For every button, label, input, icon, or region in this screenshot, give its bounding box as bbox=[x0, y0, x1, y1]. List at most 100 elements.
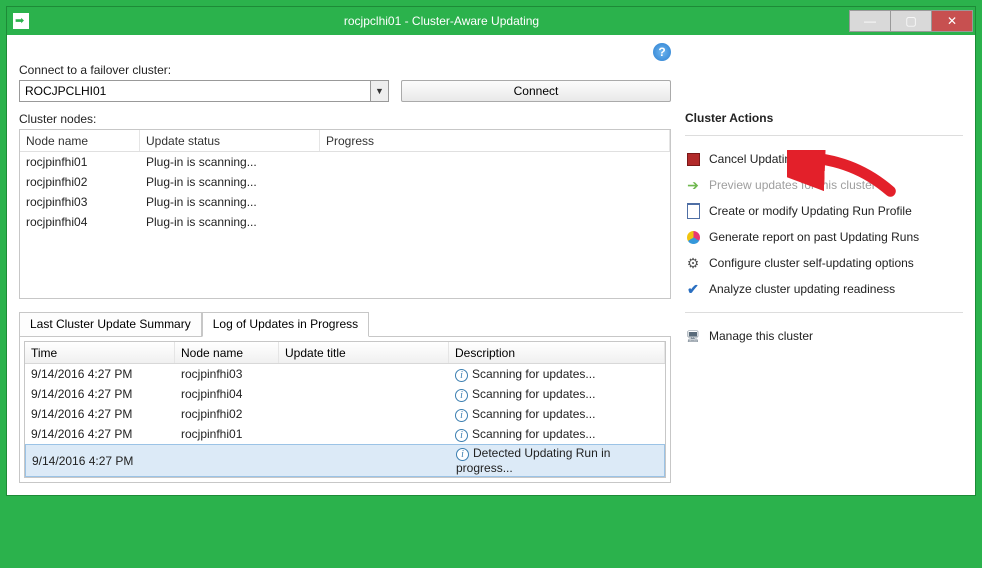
action-analyze-readiness[interactable]: Analyze cluster updating readiness bbox=[685, 276, 963, 302]
pie-chart-icon bbox=[685, 229, 701, 245]
cluster-icon bbox=[685, 328, 701, 344]
log-body[interactable]: 9/14/2016 4:27 PM rocjpinfhi03 iScanning… bbox=[25, 364, 665, 477]
log-time: 9/14/2016 4:27 PM bbox=[25, 367, 175, 381]
col-description[interactable]: Description bbox=[449, 342, 665, 363]
log-desc: iScanning for updates... bbox=[449, 367, 665, 382]
help-icon[interactable]: ? bbox=[653, 43, 671, 61]
node-status-cell: Plug-in is scanning... bbox=[140, 215, 320, 229]
document-icon bbox=[685, 203, 701, 219]
log-time: 9/14/2016 4:27 PM bbox=[25, 387, 175, 401]
maximize-button[interactable]: ▢ bbox=[890, 10, 932, 32]
close-icon: ✕ bbox=[947, 14, 957, 28]
arrow-right-icon bbox=[685, 177, 701, 193]
table-row[interactable]: rocjpinfhi01 Plug-in is scanning... bbox=[20, 152, 670, 172]
tab-summary[interactable]: Last Cluster Update Summary bbox=[19, 312, 202, 337]
action-configure-self-updating[interactable]: Configure cluster self-updating options bbox=[685, 250, 963, 276]
node-status-cell: Plug-in is scanning... bbox=[140, 195, 320, 209]
action-label: Generate report on past Updating Runs bbox=[709, 230, 919, 244]
info-icon: i bbox=[455, 369, 468, 382]
log-panel: Time Node name Update title Description … bbox=[19, 336, 671, 483]
connect-button[interactable]: Connect bbox=[401, 80, 671, 102]
log-desc-text: Scanning for updates... bbox=[472, 407, 595, 421]
title-bar[interactable]: rocjpclhi01 - Cluster-Aware Updating — ▢… bbox=[7, 7, 975, 35]
log-time: 9/14/2016 4:27 PM bbox=[25, 407, 175, 421]
col-update-status[interactable]: Update status bbox=[140, 130, 320, 151]
actions-column: Cluster Actions Cancel Updating Run Prev… bbox=[685, 43, 963, 483]
minimize-button[interactable]: — bbox=[849, 10, 891, 32]
log-desc-text: Scanning for updates... bbox=[472, 427, 595, 441]
minimize-icon: — bbox=[864, 14, 876, 28]
list-item[interactable]: 9/14/2016 4:27 PM rocjpinfhi02 i Scanning… bbox=[25, 404, 665, 424]
action-label: Configure cluster self-updating options bbox=[709, 256, 914, 270]
info-icon: i bbox=[455, 389, 468, 402]
log-desc: i Scanning for updates... bbox=[449, 387, 665, 402]
node-status-cell: Plug-in is scanning... bbox=[140, 155, 320, 169]
action-label: Create or modify Updating Run Profile bbox=[709, 204, 912, 218]
nodes-grid: Node name Update status Progress rocjpin… bbox=[19, 129, 671, 299]
cluster-field: Connect to a failover cluster: ▼ bbox=[19, 63, 389, 102]
checkmark-icon bbox=[685, 281, 701, 297]
col-time[interactable]: Time bbox=[25, 342, 175, 363]
list-item[interactable]: 9/14/2016 4:27 PM rocjpinfhi04 i Scanning… bbox=[25, 384, 665, 404]
info-icon: i bbox=[456, 448, 469, 461]
app-icon bbox=[13, 13, 29, 29]
node-status-cell: Plug-in is scanning... bbox=[140, 175, 320, 189]
window-title: rocjpclhi01 - Cluster-Aware Updating bbox=[33, 14, 850, 28]
log-desc: iScanning for updates... bbox=[449, 427, 665, 442]
node-name-cell: rocjpinfhi01 bbox=[20, 155, 140, 169]
log-desc: iDetected Updating Run in progress... bbox=[450, 446, 664, 475]
table-row[interactable]: rocjpinfhi02 Plug-in is scanning... bbox=[20, 172, 670, 192]
log-time: 9/14/2016 4:27 PM bbox=[25, 427, 175, 441]
tab-log[interactable]: Log of Updates in Progress bbox=[202, 312, 369, 337]
log-desc: i Scanning for updates... bbox=[449, 407, 665, 422]
stop-icon bbox=[685, 151, 701, 167]
connect-row: Connect to a failover cluster: ▼ Connect bbox=[19, 63, 671, 102]
log-header: Time Node name Update title Description bbox=[25, 342, 665, 364]
list-item[interactable]: 9/14/2016 4:27 PM rocjpinfhi01 iScanning… bbox=[25, 424, 665, 444]
action-label: Manage this cluster bbox=[709, 329, 813, 343]
connect-label: Connect to a failover cluster: bbox=[19, 63, 389, 77]
node-name-cell: rocjpinfhi04 bbox=[20, 215, 140, 229]
maximize-icon: ▢ bbox=[905, 14, 916, 28]
action-generate-report[interactable]: Generate report on past Updating Runs bbox=[685, 224, 963, 250]
action-preview-updates[interactable]: Preview updates for this cluster bbox=[685, 172, 963, 198]
action-label: Analyze cluster updating readiness bbox=[709, 282, 895, 296]
log-grid: Time Node name Update title Description … bbox=[24, 341, 666, 478]
action-cancel-updating-run[interactable]: Cancel Updating Run bbox=[685, 146, 963, 172]
cluster-nodes-label: Cluster nodes: bbox=[19, 112, 671, 126]
main-column: ? Connect to a failover cluster: ▼ Conne… bbox=[19, 43, 671, 483]
action-create-profile[interactable]: Create or modify Updating Run Profile bbox=[685, 198, 963, 224]
content-area: ? Connect to a failover cluster: ▼ Conne… bbox=[7, 35, 975, 495]
list-item[interactable]: 9/14/2016 4:27 PM iDetected Updating Run… bbox=[25, 444, 665, 477]
action-label: Preview updates for this cluster bbox=[709, 178, 876, 192]
app-window: rocjpclhi01 - Cluster-Aware Updating — ▢… bbox=[6, 6, 976, 496]
cluster-input[interactable] bbox=[20, 81, 370, 101]
separator bbox=[685, 135, 963, 136]
log-desc-text: Scanning for updates... bbox=[472, 387, 595, 401]
chevron-down-icon[interactable]: ▼ bbox=[370, 81, 388, 101]
col-log-node[interactable]: Node name bbox=[175, 342, 279, 363]
log-node: rocjpinfhi03 bbox=[175, 367, 279, 381]
log-node: rocjpinfhi02 bbox=[175, 407, 279, 421]
log-node: rocjpinfhi01 bbox=[175, 427, 279, 441]
col-node-name[interactable]: Node name bbox=[20, 130, 140, 151]
info-icon: i bbox=[455, 409, 468, 422]
window-controls: — ▢ ✕ bbox=[850, 10, 973, 32]
action-label: Cancel Updating Run bbox=[709, 152, 823, 166]
log-desc-text: Detected Updating Run in progress... bbox=[456, 446, 610, 475]
log-time: 9/14/2016 4:27 PM bbox=[26, 454, 176, 468]
log-node: rocjpinfhi04 bbox=[175, 387, 279, 401]
results-tabs: Last Cluster Update Summary Log of Updat… bbox=[19, 311, 671, 483]
cluster-combobox[interactable]: ▼ bbox=[19, 80, 389, 102]
table-row[interactable]: rocjpinfhi03 Plug-in is scanning... bbox=[20, 192, 670, 212]
close-button[interactable]: ✕ bbox=[931, 10, 973, 32]
node-name-cell: rocjpinfhi03 bbox=[20, 195, 140, 209]
col-progress[interactable]: Progress bbox=[320, 130, 670, 151]
table-row[interactable]: rocjpinfhi04 Plug-in is scanning... bbox=[20, 212, 670, 232]
action-manage-cluster[interactable]: Manage this cluster bbox=[685, 323, 963, 349]
separator bbox=[685, 312, 963, 313]
list-item[interactable]: 9/14/2016 4:27 PM rocjpinfhi03 iScanning… bbox=[25, 364, 665, 384]
top-row: ? bbox=[19, 43, 671, 61]
gear-icon bbox=[685, 255, 701, 271]
col-update-title[interactable]: Update title bbox=[279, 342, 449, 363]
